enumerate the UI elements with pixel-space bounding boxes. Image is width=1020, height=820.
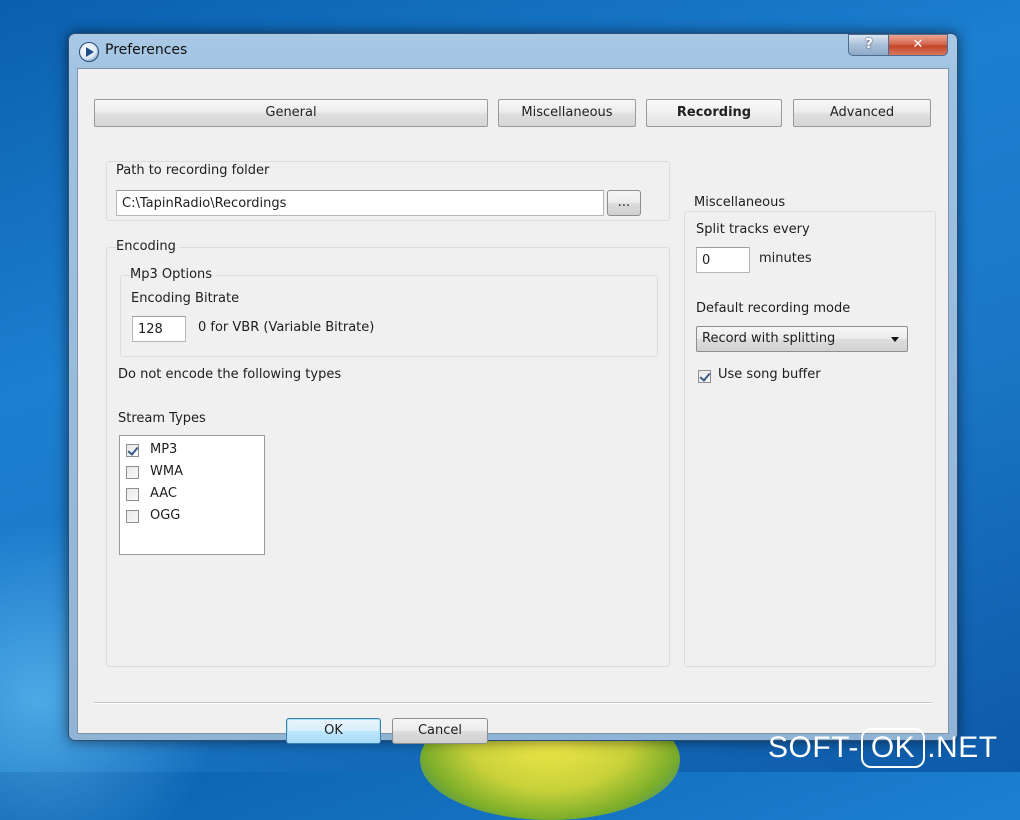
watermark-box: OK bbox=[860, 728, 926, 768]
song-buffer-option[interactable]: Use song buffer bbox=[698, 367, 858, 387]
recording-mode-label: Default recording mode bbox=[696, 301, 851, 316]
dialog-client-area: General Miscellaneous Recording Advanced… bbox=[77, 68, 949, 744]
encoding-bitrate-label: Encoding Bitrate bbox=[131, 291, 240, 306]
close-button[interactable]: ✕ bbox=[888, 34, 948, 56]
split-minutes-input[interactable]: 0 bbox=[696, 247, 750, 273]
song-buffer-label: Use song buffer bbox=[718, 367, 821, 382]
stream-type-label: MP3 bbox=[150, 442, 178, 457]
song-buffer-checkbox[interactable] bbox=[698, 370, 711, 383]
browse-folder-button[interactable]: ... bbox=[607, 190, 641, 216]
ok-button[interactable]: OK bbox=[286, 718, 381, 744]
title-bar[interactable]: Preferences ? ✕ bbox=[69, 34, 957, 68]
tab-advanced[interactable]: Advanced bbox=[793, 99, 931, 127]
watermark: SOFT- OK .NET bbox=[768, 728, 998, 768]
footer-divider bbox=[94, 702, 932, 704]
recording-folder-input[interactable]: C:\TapinRadio\Recordings bbox=[116, 190, 604, 216]
misc-group-label: Miscellaneous bbox=[694, 195, 789, 210]
stream-type-label: OGG bbox=[150, 508, 181, 523]
chevron-down-icon bbox=[891, 337, 899, 342]
recording-mode-select[interactable]: Record with splitting bbox=[696, 326, 908, 352]
app-icon bbox=[79, 42, 99, 62]
aac-checkbox[interactable] bbox=[126, 488, 139, 501]
split-unit-label: minutes bbox=[759, 251, 812, 266]
mp3-options-label: Mp3 Options bbox=[130, 267, 216, 282]
ogg-checkbox[interactable] bbox=[126, 510, 139, 523]
misc-group bbox=[684, 211, 936, 667]
help-button[interactable]: ? bbox=[848, 34, 890, 56]
window-title: Preferences bbox=[105, 42, 188, 58]
bitrate-hint: 0 for VBR (Variable Bitrate) bbox=[198, 320, 375, 335]
stream-type-mp3[interactable]: MP3 bbox=[126, 442, 256, 462]
stream-type-label: AAC bbox=[150, 486, 177, 501]
mp3-options-group bbox=[120, 275, 658, 357]
tab-miscellaneous[interactable]: Miscellaneous bbox=[498, 99, 636, 127]
stream-types-list[interactable]: MP3 WMA AAC OGG bbox=[119, 435, 265, 555]
tab-general[interactable]: General bbox=[94, 99, 488, 127]
recording-folder-label: Path to recording folder bbox=[116, 163, 270, 178]
stream-type-ogg[interactable]: OGG bbox=[126, 508, 256, 528]
cancel-button[interactable]: Cancel bbox=[392, 718, 488, 744]
wma-checkbox[interactable] bbox=[126, 466, 139, 479]
stream-types-label: Stream Types bbox=[118, 411, 206, 426]
close-icon: ✕ bbox=[912, 37, 924, 52]
exclude-types-label: Do not encode the following types bbox=[118, 367, 342, 382]
stream-type-label: WMA bbox=[150, 464, 183, 479]
watermark-prefix: SOFT- bbox=[768, 731, 859, 764]
stream-type-wma[interactable]: WMA bbox=[126, 464, 256, 484]
encoding-group-label: Encoding bbox=[116, 239, 179, 254]
watermark-suffix: .NET bbox=[927, 731, 998, 764]
stream-type-aac[interactable]: AAC bbox=[126, 486, 256, 506]
mp3-checkbox[interactable] bbox=[126, 444, 139, 457]
split-tracks-label: Split tracks every bbox=[696, 222, 810, 237]
preferences-window: Preferences ? ✕ General Miscellaneous Re… bbox=[68, 33, 958, 744]
recording-mode-value: Record with splitting bbox=[702, 331, 836, 346]
encoding-bitrate-input[interactable]: 128 bbox=[132, 316, 186, 342]
tab-recording[interactable]: Recording bbox=[646, 99, 782, 127]
